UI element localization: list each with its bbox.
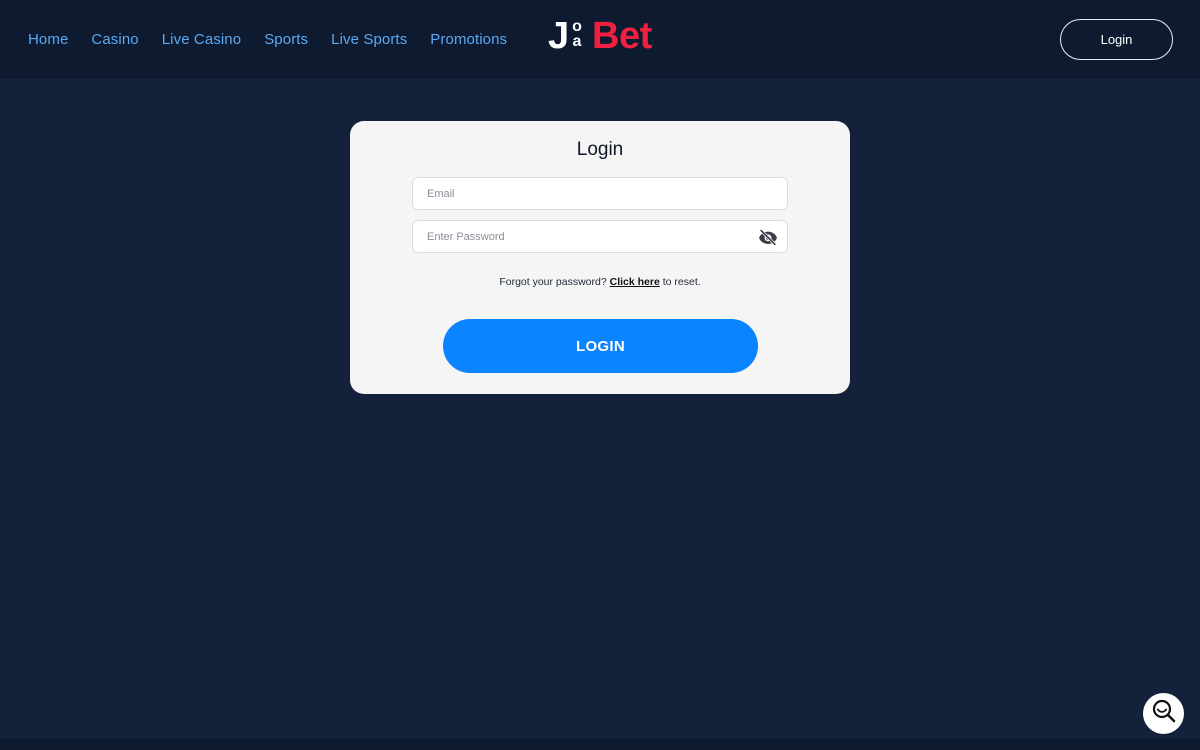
nav-item-casino[interactable]: Casino <box>91 31 138 48</box>
forgot-prefix: Forgot your password? <box>499 276 607 288</box>
support-search-button[interactable] <box>1143 693 1184 734</box>
logo-word-bet: Bet <box>592 15 652 57</box>
reset-password-link[interactable]: Click here <box>610 276 660 288</box>
logo-letters-oa: oa <box>570 19 584 50</box>
top-navigation-bar: Home Casino Live Casino Sports Live Spor… <box>0 0 1200 79</box>
nav-item-sports[interactable]: Sports <box>264 31 308 48</box>
header-login-button[interactable]: Login <box>1060 19 1173 60</box>
search-chat-icon <box>1151 698 1177 729</box>
brand-logo[interactable]: J oa Bet <box>548 16 654 56</box>
nav-item-live-sports[interactable]: Live Sports <box>331 31 407 48</box>
forgot-password-text: Forgot your password? Click here to rese… <box>350 276 850 288</box>
nav-item-home[interactable]: Home <box>28 31 68 48</box>
forgot-suffix: to reset. <box>662 276 701 288</box>
login-title: Login <box>576 139 624 160</box>
nav-item-live-casino[interactable]: Live Casino <box>162 31 241 48</box>
login-card: Login Forgot your password? Click here t… <box>350 121 850 394</box>
logo-letter-a: a <box>572 33 582 50</box>
email-input[interactable] <box>413 178 787 209</box>
bottom-strip <box>0 739 1200 750</box>
login-submit-button[interactable]: LOGIN <box>443 319 758 373</box>
logo-letter-j: J <box>548 15 570 57</box>
main-nav: Home Casino Live Casino Sports Live Spor… <box>28 0 507 79</box>
nav-item-promotions[interactable]: Promotions <box>430 31 507 48</box>
password-field-container <box>412 220 788 253</box>
email-field-container <box>412 177 788 210</box>
eye-slash-icon[interactable] <box>758 228 778 246</box>
password-input[interactable] <box>413 221 787 252</box>
